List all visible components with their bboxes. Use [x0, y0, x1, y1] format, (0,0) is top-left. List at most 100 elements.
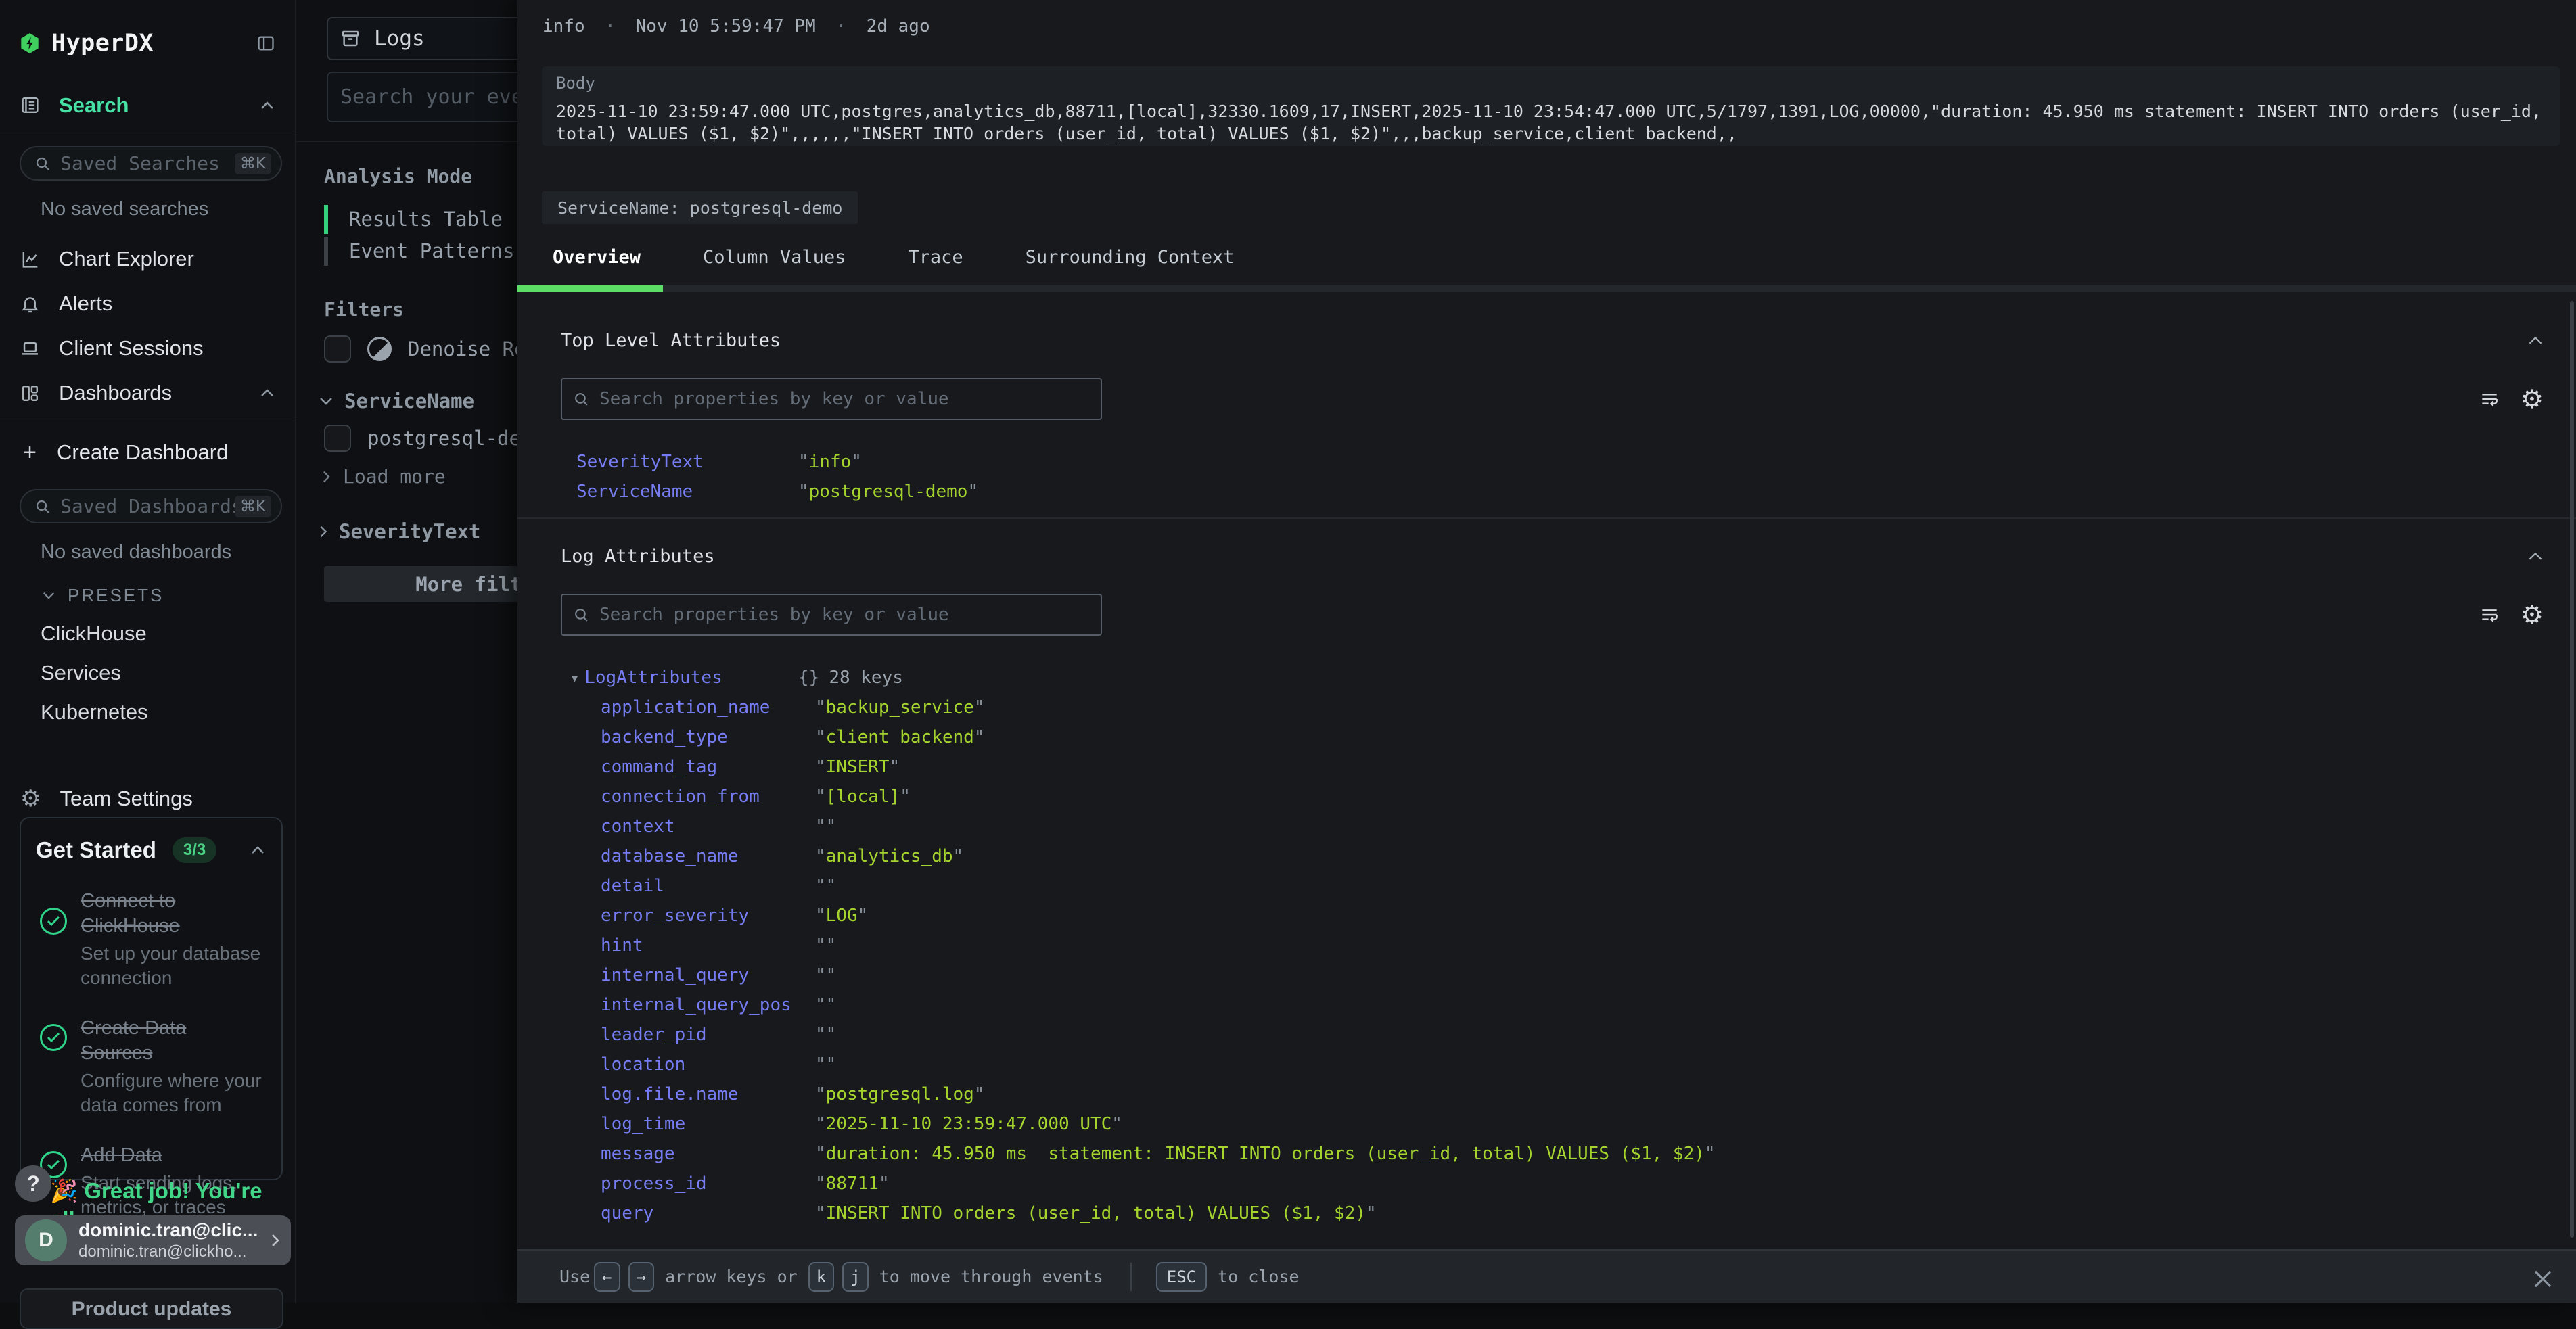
attribute-key[interactable]: error_severity [601, 906, 749, 926]
attribute-key[interactable]: internal_query_pos [601, 995, 791, 1015]
wrap-lines-icon[interactable] [2477, 604, 2502, 626]
collapse-section-icon[interactable] [2527, 335, 2544, 346]
tab-column-values[interactable]: Column Values [703, 238, 846, 277]
attribute-key[interactable]: message [601, 1144, 675, 1164]
tab-underline-track [518, 285, 2576, 292]
chevron-up-icon[interactable] [260, 388, 275, 398]
attribute-key[interactable]: leader_pid [601, 1025, 707, 1045]
close-icon[interactable] [2530, 1266, 2556, 1292]
sidebar-item-label: Dashboards [59, 381, 172, 405]
attribute-key[interactable]: command_tag [601, 757, 717, 777]
attribute-value[interactable]: 88711 [815, 1169, 890, 1198]
presets-toggle[interactable]: PRESETS [0, 567, 295, 606]
saved-searches-input[interactable]: ⌘K [20, 146, 282, 181]
tab-trace[interactable]: Trace [908, 238, 963, 277]
event-relative-time: 2d ago [867, 16, 930, 37]
attribute-key[interactable]: connection_from [601, 787, 760, 807]
log-attributes-search-input[interactable] [599, 605, 1090, 625]
attribute-key[interactable]: location [601, 1054, 685, 1075]
gear-icon[interactable]: ⚙︎ [2521, 602, 2544, 628]
attribute-key[interactable]: database_name [601, 846, 739, 866]
tab-overview[interactable]: Overview [553, 238, 641, 277]
attribute-value[interactable]: INSERT [815, 752, 900, 782]
create-dashboard-button[interactable]: + Create Dashboard [0, 431, 295, 474]
sidebar-item-dashboards[interactable]: Dashboards [0, 371, 295, 415]
attribute-value[interactable]: INSERT INTO orders (user_id, total) VALU… [815, 1198, 1377, 1228]
product-updates-link[interactable]: Product updates [20, 1288, 283, 1329]
attribute-key[interactable]: process_id [601, 1173, 707, 1194]
attribute-value[interactable]: backup_service [815, 693, 984, 722]
attribute-value[interactable]: duration: 45.950 ms statement: INSERT IN… [815, 1139, 1716, 1169]
get-started-step-connect[interactable]: Connect to ClickHouse Set up your databa… [36, 889, 265, 990]
help-button[interactable]: ? [15, 1165, 51, 1202]
attribute-value[interactable]: postgresql.log [815, 1079, 984, 1109]
sidebar-item-label: Team Settings [60, 787, 192, 811]
collapse-section-icon[interactable] [2527, 551, 2544, 561]
log-attribute-rows: ▾LogAttributes {}28 keys application_nam… [561, 663, 2544, 1228]
chevron-up-icon[interactable] [260, 101, 275, 110]
servicename-tag[interactable]: ServiceName: postgresql-demo [542, 191, 858, 224]
tab-surrounding-context[interactable]: Surrounding Context [1026, 238, 1235, 277]
sidebar-item-alerts[interactable]: Alerts [0, 281, 295, 326]
attribute-key[interactable]: SeverityText [576, 452, 704, 472]
attribute-value[interactable] [815, 871, 836, 901]
attribute-value[interactable] [815, 1050, 836, 1079]
attribute-value[interactable]: analytics_db [815, 841, 963, 871]
attribute-value[interactable] [815, 990, 836, 1020]
user-menu[interactable]: D dominic.tran@clic... dominic.tran@clic… [15, 1215, 291, 1265]
sidebar-item-team-settings[interactable]: ⚙︎ Team Settings [0, 776, 295, 821]
attribute-key[interactable]: internal_query [601, 965, 749, 985]
attribute-value[interactable]: 2025-11-10 23:59:47.000 UTC [815, 1109, 1122, 1139]
attribute-key[interactable]: application_name [601, 697, 770, 718]
chevron-up-icon[interactable] [250, 845, 265, 855]
saved-searches-field[interactable] [60, 152, 235, 174]
attribute-key[interactable]: context [601, 816, 675, 837]
event-search-box[interactable] [327, 72, 530, 122]
attribute-row: internal_query [561, 960, 2544, 990]
attribute-value[interactable]: info [798, 447, 862, 477]
source-select[interactable]: Logs [327, 17, 530, 60]
preset-clickhouse[interactable]: ClickHouse [0, 614, 295, 653]
attribute-row: log_time 2025-11-10 23:59:47.000 UTC [561, 1109, 2544, 1139]
top-level-search-input[interactable] [599, 389, 1090, 409]
checkbox-icon[interactable] [324, 335, 351, 363]
sidebar-item-client-sessions[interactable]: Client Sessions [0, 326, 295, 371]
sidebar-item-chart-explorer[interactable]: Chart Explorer [0, 237, 295, 281]
attribute-value[interactable] [815, 931, 836, 960]
logattributes-root-row[interactable]: ▾LogAttributes {}28 keys [561, 663, 2544, 693]
gear-icon[interactable]: ⚙︎ [2521, 386, 2544, 412]
attribute-key[interactable]: backend_type [601, 727, 728, 747]
attribute-row: leader_pid [561, 1020, 2544, 1050]
attribute-key[interactable]: log.file.name [601, 1084, 739, 1104]
saved-dashboards-field[interactable] [60, 495, 235, 517]
expand-triangle-icon[interactable]: ▾ [570, 670, 579, 687]
attribute-key[interactable]: hint [601, 935, 643, 956]
attribute-value[interactable]: [local] [815, 782, 911, 812]
attribute-value[interactable] [815, 812, 836, 841]
body-label: Body [556, 74, 2546, 93]
attribute-key[interactable]: ServiceName [576, 482, 693, 502]
sidebar-item-search[interactable]: Search [0, 89, 295, 131]
attribute-key[interactable]: log_time [601, 1114, 685, 1134]
log-attributes-search-box[interactable] [561, 594, 1102, 636]
attribute-value[interactable]: postgresql-demo [798, 477, 978, 507]
preset-kubernetes[interactable]: Kubernetes [0, 693, 295, 732]
attribute-value[interactable]: client backend [815, 722, 984, 752]
attribute-row: database_name analytics_db [561, 841, 2544, 871]
attribute-value[interactable]: LOG [815, 901, 868, 931]
checkbox-icon[interactable] [324, 425, 351, 452]
preset-services[interactable]: Services [0, 653, 295, 693]
attribute-key[interactable]: query [601, 1203, 653, 1223]
user-email: dominic.tran@clickho... [78, 1242, 271, 1261]
detail-scroll-area[interactable]: Top Level Attributes ⚙︎ Sever [518, 292, 2576, 1249]
collapse-sidebar-icon[interactable] [256, 34, 276, 53]
attribute-value[interactable] [815, 1020, 836, 1050]
attribute-value[interactable] [815, 960, 836, 990]
attribute-key[interactable]: detail [601, 876, 664, 896]
attribute-key[interactable]: LogAttributes [584, 668, 722, 688]
get-started-step-datasources[interactable]: Create Data Sources Configure where your… [36, 1016, 265, 1117]
wrap-lines-icon[interactable] [2477, 388, 2502, 410]
panel-scrollbar[interactable] [2570, 301, 2574, 1238]
saved-dashboards-input[interactable]: ⌘K [20, 489, 282, 523]
top-level-search-box[interactable] [561, 378, 1102, 420]
